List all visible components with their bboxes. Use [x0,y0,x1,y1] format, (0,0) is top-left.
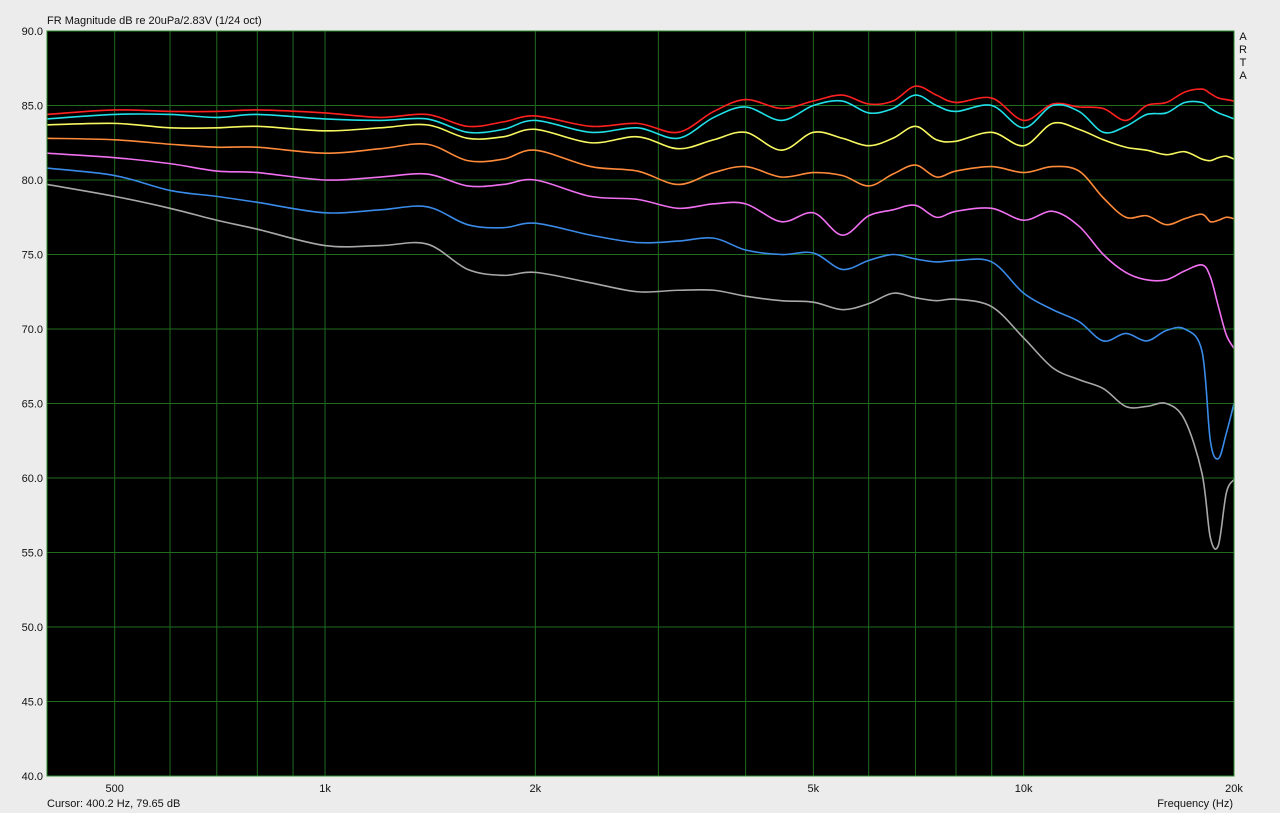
x-tick-label: 5k [808,783,820,795]
y-tick-label: 55.0 [22,548,43,560]
y-tick-label: 80.0 [22,175,43,187]
y-tick-label: 70.0 [22,324,43,336]
y-tick-label: 90.0 [22,26,43,38]
x-tick-label: 2k [530,783,542,795]
cursor-readout: Cursor: 400.2 Hz, 79.65 dB [47,798,181,810]
x-tick-label: 10k [1015,783,1033,795]
x-tick-label: 500 [106,783,124,795]
logo-letter-a: A [1239,31,1247,43]
logo-letter-r: R [1239,44,1247,56]
y-tick-labels: 90.0 85.0 80.0 75.0 70.0 65.0 60.0 55.0 50.0 45.0… [22,26,43,783]
x-axis-label: Frequency (Hz) [1157,798,1233,810]
arta-logo: A R T A [1238,31,1248,83]
frequency-response-chart[interactable]: 90.0 85.0 80.0 75.0 70.0 65.0 60.0 55.0 50.0 45.0… [0,0,1280,813]
y-tick-label: 75.0 [22,250,43,262]
x-tick-label: 1k [319,783,331,795]
x-tick-label: 20k [1225,783,1243,795]
logo-letter-t: T [1239,57,1247,69]
y-tick-label: 65.0 [22,399,43,411]
logo-letter-a2: A [1239,70,1247,82]
y-tick-label: 85.0 [22,101,43,113]
y-tick-label: 50.0 [22,622,43,634]
y-tick-label: 45.0 [22,697,43,709]
y-tick-label: 40.0 [22,771,43,783]
x-tick-labels: 500 1k 2k 5k 10k 20k [106,783,1244,795]
y-tick-label: 60.0 [22,473,43,485]
